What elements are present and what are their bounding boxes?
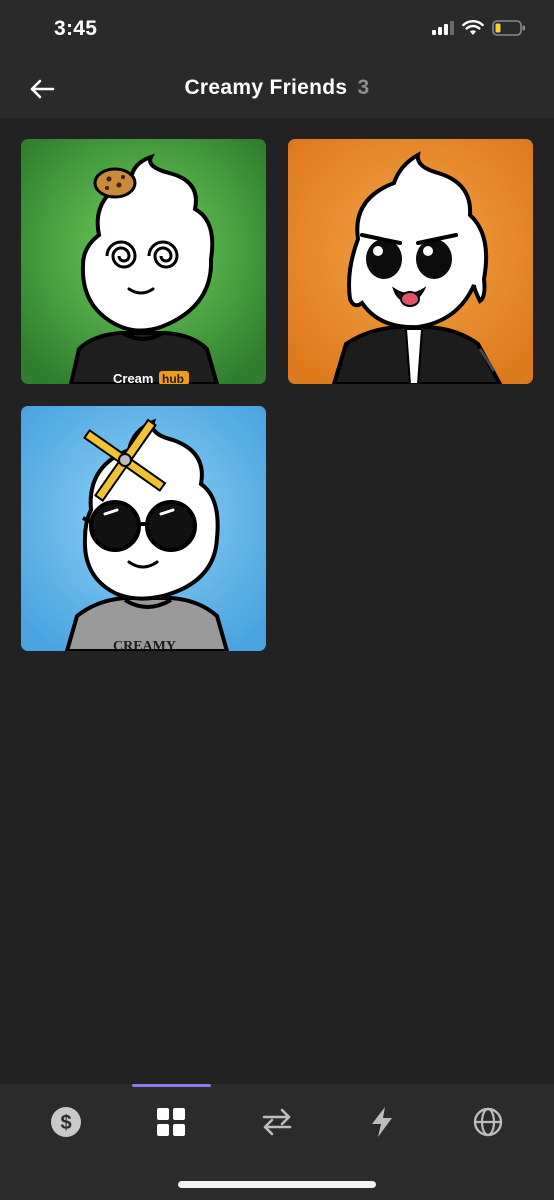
tab-browser[interactable] — [453, 1100, 523, 1144]
nft-image — [288, 139, 533, 384]
home-indicator — [178, 1181, 376, 1188]
svg-text:hub: hub — [162, 372, 184, 384]
nft-tile[interactable]: Cream hub — [21, 139, 266, 384]
page-title: Creamy Friends 3 — [0, 76, 554, 100]
globe-icon — [473, 1107, 503, 1137]
lightning-icon — [372, 1107, 392, 1137]
dollar-icon: $ — [51, 1107, 81, 1137]
status-time: 3:45 — [54, 17, 98, 40]
collection-name: Creamy Friends — [184, 76, 348, 99]
grid-icon — [157, 1108, 185, 1136]
nft-image: Cream hub — [21, 139, 266, 384]
nft-tile[interactable]: CREAMY — [21, 406, 266, 651]
nft-tile[interactable] — [288, 139, 533, 384]
tab-collectibles[interactable] — [136, 1100, 206, 1144]
tab-swap[interactable] — [242, 1100, 312, 1144]
svg-text:CREAMY: CREAMY — [113, 639, 176, 651]
signal-icon — [432, 21, 454, 35]
battery-icon — [492, 20, 525, 36]
collection-count: 3 — [357, 76, 370, 99]
transfer-icon — [262, 1108, 292, 1136]
wifi-icon — [462, 20, 484, 35]
tab-activity[interactable] — [347, 1100, 417, 1144]
tab-wallet[interactable]: $ — [31, 1100, 101, 1144]
nft-image: CREAMY — [21, 406, 266, 651]
status-bar: 3:45 — [0, 0, 554, 60]
svg-text:$: $ — [60, 1112, 71, 1134]
svg-text:Cream: Cream — [113, 371, 153, 384]
active-tab-indicator — [132, 1084, 211, 1087]
status-icons — [432, 20, 526, 36]
nav-bar: Creamy Friends 3 — [0, 60, 554, 118]
